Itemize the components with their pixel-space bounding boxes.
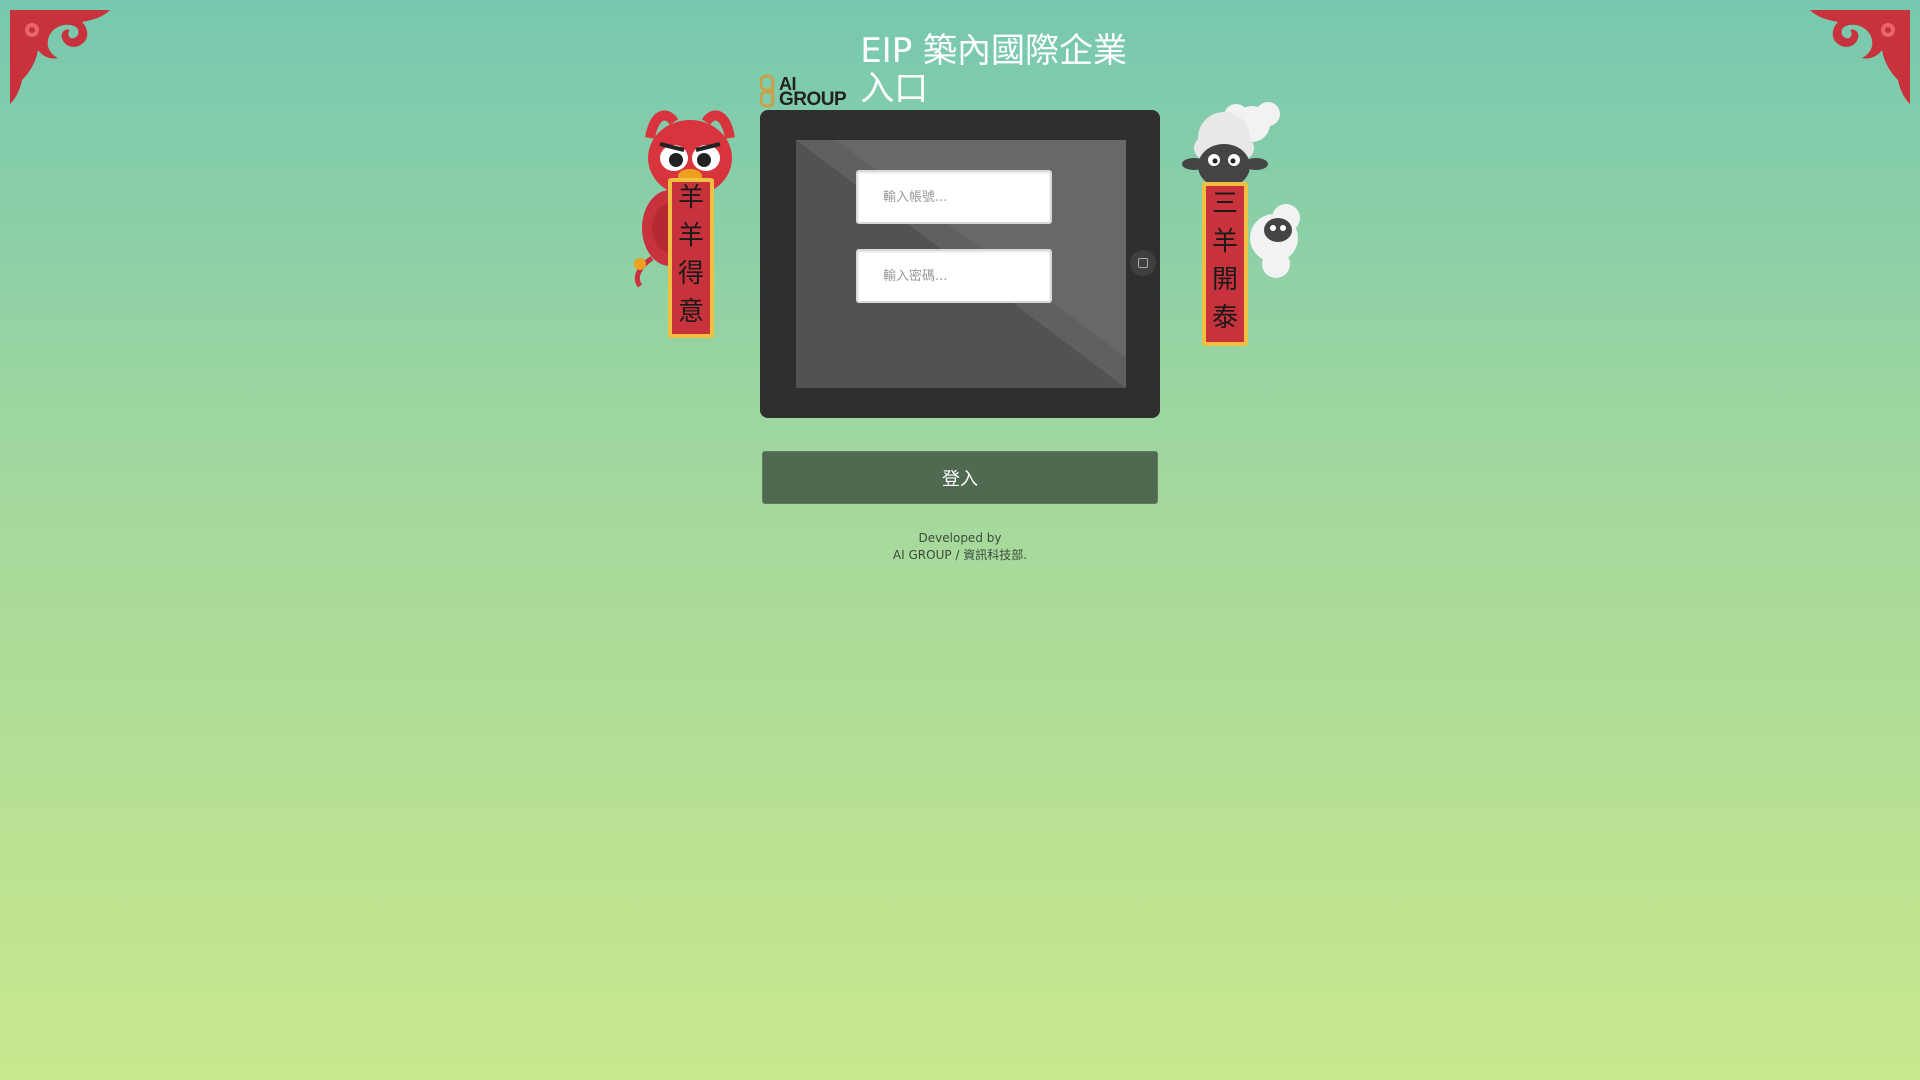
home-square-icon (1138, 258, 1148, 268)
ai-group-logo: AI GROUP (760, 72, 847, 110)
username-field[interactable] (856, 170, 1052, 224)
logo-mark-icon (760, 74, 775, 108)
lion-mascot-banner: 羊 羊 得 意 (634, 110, 735, 338)
tablet-screen (796, 140, 1126, 388)
lion-banner-char-1: 羊 (678, 183, 704, 213)
sheep-banner-char-2: 羊 (1212, 227, 1238, 257)
password-field[interactable] (856, 249, 1052, 303)
tablet-frame (760, 110, 1160, 418)
corner-ornament-right (1810, 10, 1910, 104)
corner-ornament-left (10, 10, 110, 104)
footer-credits: Developed by AI GROUP / 資訊科技部. (760, 530, 1160, 564)
footer-line2: AI GROUP / 資訊科技部. (892, 548, 1028, 562)
footer-line1: Developed by (918, 531, 1002, 545)
sheep-banner-char-1: 三 (1212, 189, 1238, 219)
lion-banner-char-2: 羊 (678, 221, 704, 251)
page-title: EIP 築內國際企業入口 (860, 31, 1128, 109)
sheep-banner-char-3: 開 (1212, 265, 1238, 295)
lion-banner-char-4: 意 (678, 297, 704, 327)
sheep-banner-char-4: 泰 (1212, 303, 1238, 333)
page-header: AI GROUP EIP 築內國際企業入口 (760, 32, 1160, 110)
tablet-home-button (1130, 250, 1156, 276)
sheep-mascot-banner: 三 羊 開 泰 (1182, 102, 1300, 346)
logo-text-line2: GROUP (779, 89, 847, 110)
password-input[interactable] (858, 251, 1050, 301)
lion-banner-char-3: 得 (678, 259, 704, 289)
login-button[interactable]: 登入 (762, 451, 1158, 504)
username-input[interactable] (858, 172, 1050, 222)
